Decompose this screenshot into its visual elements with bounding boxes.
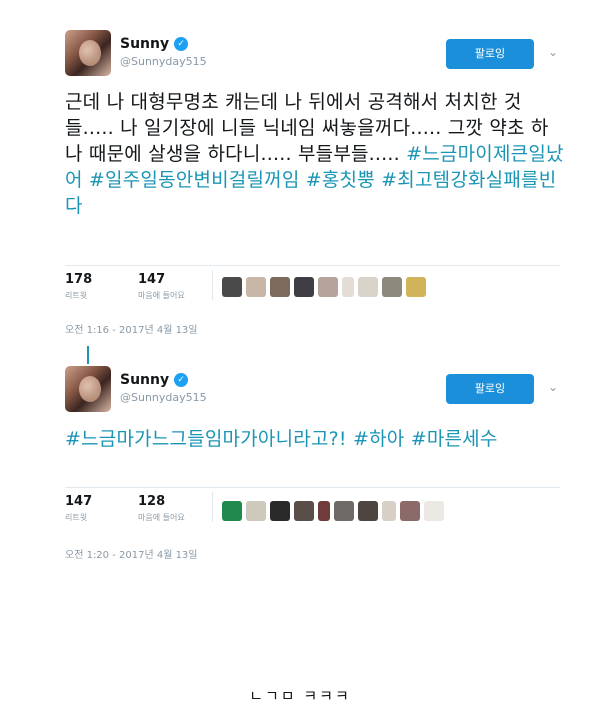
retweet-count[interactable]: 178 리트윗 bbox=[65, 272, 92, 301]
liker-avatar[interactable] bbox=[246, 501, 266, 521]
liker-avatar[interactable] bbox=[270, 501, 290, 521]
liker-avatar[interactable] bbox=[222, 501, 242, 521]
liker-avatar[interactable] bbox=[246, 277, 266, 297]
name-row: Sunny ✓ bbox=[120, 36, 189, 52]
tweet-text: 근데 나 대형무명초 캐는데 나 뒤에서 공격해서 처치한 것들..... 나 … bbox=[65, 89, 565, 219]
chevron-down-icon[interactable]: ⌄ bbox=[548, 380, 558, 394]
liker-avatar[interactable] bbox=[294, 501, 314, 521]
retweet-count-label: 리트윗 bbox=[65, 513, 88, 522]
like-count-value: 128 bbox=[138, 494, 166, 509]
liker-avatars bbox=[222, 501, 444, 521]
liker-avatar[interactable] bbox=[358, 277, 378, 297]
liker-avatar[interactable] bbox=[382, 277, 402, 297]
following-button[interactable]: 팔로잉 bbox=[446, 374, 534, 404]
tweet-1: Sunny ✓ @Sunnyday515 팔로잉 ⌄ 근데 나 대형무명초 캐는… bbox=[0, 0, 600, 345]
name-row: Sunny ✓ bbox=[120, 372, 189, 388]
liker-avatar[interactable] bbox=[342, 277, 354, 297]
liker-avatar[interactable] bbox=[382, 501, 396, 521]
like-count[interactable]: 147 마음에 들어요 bbox=[138, 272, 185, 301]
like-count-value: 147 bbox=[138, 272, 166, 287]
tweet-text: #느금마가느그들임마가아니라고?! #하아 #마른세수 bbox=[65, 426, 565, 452]
user-handle[interactable]: @Sunnyday515 bbox=[120, 55, 207, 68]
liker-avatar[interactable] bbox=[222, 277, 242, 297]
liker-avatar[interactable] bbox=[318, 501, 330, 521]
like-count[interactable]: 128 마음에 들어요 bbox=[138, 494, 185, 523]
liker-avatar[interactable] bbox=[270, 277, 290, 297]
retweet-count[interactable]: 147 리트윗 bbox=[65, 494, 92, 523]
tweet-timestamp[interactable]: 오전 1:20 - 2017년 4월 13일 bbox=[65, 546, 198, 561]
liker-avatar[interactable] bbox=[358, 501, 378, 521]
avatar[interactable] bbox=[65, 30, 111, 76]
tweet-2: Sunny ✓ @Sunnyday515 팔로잉 ⌄ #느금마가느그들임마가아니… bbox=[0, 360, 600, 570]
retweet-count-value: 147 bbox=[65, 494, 93, 509]
stat-separator bbox=[212, 492, 213, 522]
display-name[interactable]: Sunny bbox=[120, 372, 169, 388]
liker-avatar[interactable] bbox=[294, 277, 314, 297]
liker-avatar[interactable] bbox=[400, 501, 420, 521]
following-button[interactable]: 팔로잉 bbox=[446, 39, 534, 69]
liker-avatars bbox=[222, 277, 426, 297]
chevron-down-icon[interactable]: ⌄ bbox=[548, 45, 558, 59]
stat-separator bbox=[212, 270, 213, 300]
divider bbox=[65, 265, 560, 266]
tweet-hashtags[interactable]: #느금마가느그들임마가아니라고?! #하아 #마른세수 bbox=[65, 428, 498, 450]
liker-avatar[interactable] bbox=[424, 501, 444, 521]
liker-avatar[interactable] bbox=[334, 501, 354, 521]
display-name[interactable]: Sunny bbox=[120, 36, 169, 52]
verified-badge-icon: ✓ bbox=[174, 373, 189, 387]
retweet-count-value: 178 bbox=[65, 272, 93, 287]
like-count-label: 마음에 들어요 bbox=[138, 291, 185, 300]
like-count-label: 마음에 들어요 bbox=[138, 513, 185, 522]
user-handle[interactable]: @Sunnyday515 bbox=[120, 391, 207, 404]
liker-avatar[interactable] bbox=[406, 277, 426, 297]
divider bbox=[65, 487, 560, 488]
liker-avatar[interactable] bbox=[318, 277, 338, 297]
image-caption: ㄴㄱㅁ ㅋㅋㅋ bbox=[249, 687, 351, 705]
tweet-timestamp[interactable]: 오전 1:16 - 2017년 4월 13일 bbox=[65, 321, 198, 336]
avatar[interactable] bbox=[65, 366, 111, 412]
retweet-count-label: 리트윗 bbox=[65, 291, 88, 300]
verified-badge-icon: ✓ bbox=[174, 37, 189, 51]
